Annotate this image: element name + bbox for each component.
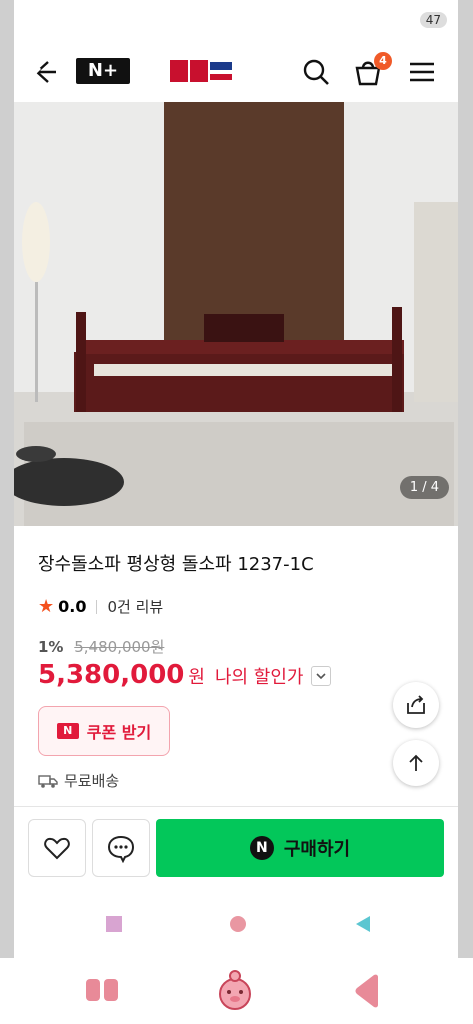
recent-apps-icon[interactable] (84, 976, 120, 1004)
store-logo[interactable] (168, 54, 234, 88)
status-icons: ◢ ▐ 47 (388, 12, 447, 28)
truck-icon (38, 774, 58, 788)
menu-icon[interactable] (406, 56, 438, 88)
divider (96, 599, 98, 614)
shipping-label: 무료배송 (64, 772, 120, 790)
wifi-icon: ◢ (387, 12, 398, 28)
buy-button[interactable]: N 구매하기 (156, 819, 444, 877)
app-header: N+ 4 (14, 46, 458, 102)
page-dot-active (274, 898, 285, 908)
system-nav-bar (0, 958, 473, 1024)
currency-unit: 원 (188, 667, 205, 688)
signal-icon: ▐ (403, 12, 414, 28)
page-dot (202, 898, 213, 908)
home-icon[interactable] (214, 968, 256, 1012)
share-icon (407, 695, 425, 714)
bg-square-icon (106, 916, 122, 932)
product-title: 장수돌소파 평상형 돌소파 1237-1C (38, 554, 314, 575)
page-dot (220, 898, 231, 908)
close-icon[interactable] (16, 64, 44, 92)
chat-button[interactable] (92, 819, 150, 877)
purchase-bar: N 구매하기 (14, 806, 458, 891)
buy-label: 구매하기 (283, 839, 351, 860)
search-icon[interactable] (300, 56, 332, 88)
coupon-label: 쿠폰 받기 (86, 723, 152, 742)
bg-circle-icon (230, 916, 246, 932)
rating-row: ★ 0.0 0건 리뷰 (38, 596, 163, 617)
cart-count-badge: 4 (374, 52, 392, 70)
page-indicator (0, 898, 473, 908)
image-counter: 1 / 4 (399, 476, 449, 499)
chevron-down-icon[interactable] (311, 666, 332, 686)
heart-icon (44, 837, 70, 860)
wishlist-button[interactable] (28, 819, 86, 877)
chat-icon (107, 835, 135, 863)
share-button[interactable] (393, 682, 439, 728)
battery-indicator: 47 (419, 12, 447, 28)
status-time: SKT 5:18 (30, 14, 111, 33)
status-bar: SKT 5:18 ◢ ▐ 47 (0, 0, 473, 46)
coupon-button[interactable]: N 쿠폰 받기 (38, 706, 170, 756)
my-discount-label[interactable]: 나의 할인가 (215, 663, 304, 689)
page-dot (256, 898, 267, 908)
bg-triangle-icon (356, 916, 370, 932)
page-dot (238, 898, 249, 908)
naver-pay-icon: N (249, 836, 274, 860)
original-price: 5,480,000원 (74, 638, 165, 656)
sale-price: 5,380,000 (38, 660, 185, 690)
screen: SKT 5:18 ◢ ▐ 47 N+ 4 1 / 4 장수돌소파 평상형 돌소파… (0, 0, 473, 1024)
original-price-row: 1% 5,480,000원 (38, 636, 164, 657)
back-icon[interactable] (352, 974, 382, 1008)
product-image[interactable] (14, 102, 458, 526)
shipping-info: 무료배송 (38, 770, 119, 791)
rating-score: 0.0 (58, 597, 87, 616)
star-icon: ★ (38, 596, 55, 617)
scroll-top-button[interactable] (393, 740, 439, 786)
naver-plus-logo[interactable]: N+ (76, 58, 130, 84)
arrow-up-icon (409, 754, 423, 771)
review-count-link[interactable]: 0건 리뷰 (107, 596, 163, 617)
daybed-illustration (14, 102, 458, 526)
discount-percent: 1% (38, 638, 64, 656)
coupon-n-icon: N (56, 723, 79, 739)
sale-price-row: 5,380,000 원 나의 할인가 (38, 660, 332, 690)
